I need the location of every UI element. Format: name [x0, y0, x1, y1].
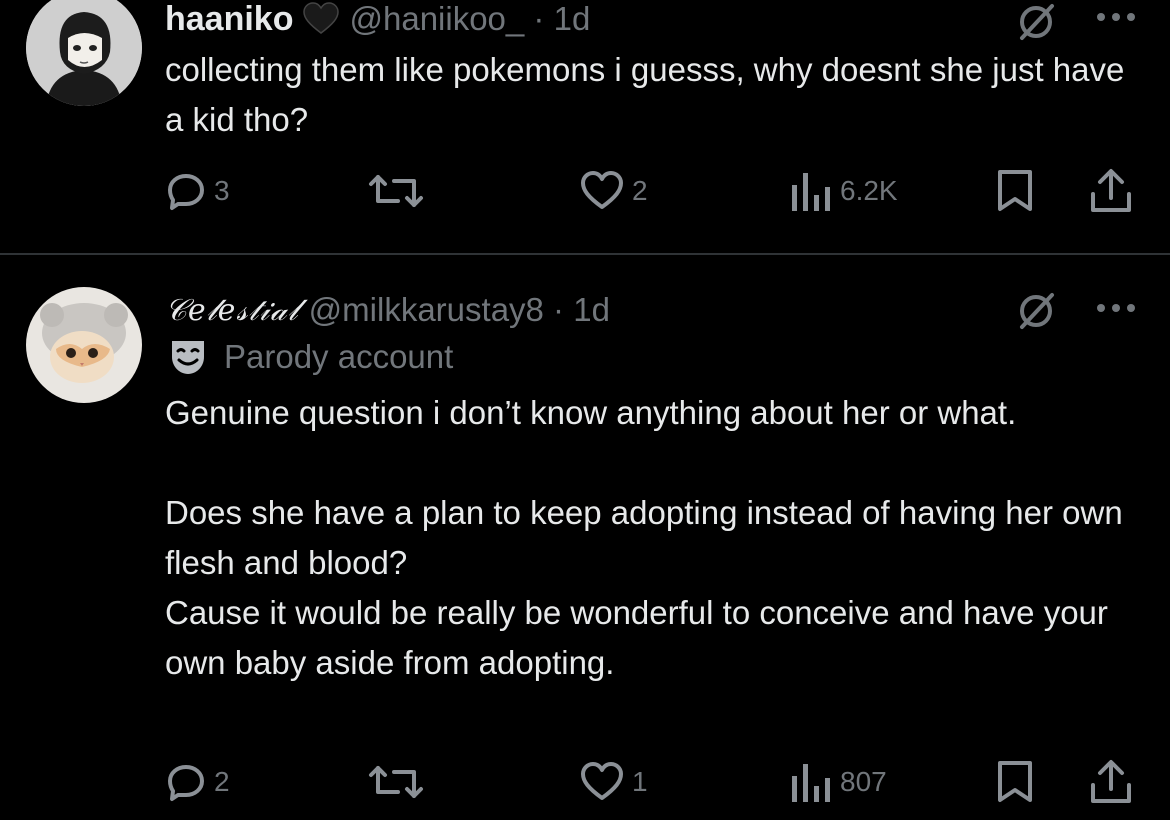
- retweet-icon: [369, 175, 423, 207]
- tweet[interactable]: 𝒞𝑒𝓁𝑒𝓈𝓉𝒾𝒶𝓁 @milkkarustay8 · 1d Parody acc…: [0, 255, 1170, 820]
- like-button[interactable]: 1: [580, 757, 648, 807]
- handle-and-time[interactable]: @milkkarustay8 · 1d: [309, 291, 610, 329]
- like-icon: [581, 762, 623, 800]
- reply-icon: [168, 765, 204, 801]
- mute-icon[interactable]: [1014, 289, 1058, 333]
- like-icon: [581, 171, 623, 209]
- views-button[interactable]: 807: [790, 757, 887, 807]
- tweet-actions: 3 2 6.2K: [0, 166, 1170, 216]
- reply-count: 2: [214, 766, 230, 797]
- bookmark-icon: [998, 170, 1032, 211]
- like-count: 1: [632, 766, 648, 797]
- tweet-text: Genuine question i don’t know anything a…: [165, 394, 1123, 681]
- like-count: 2: [632, 175, 648, 206]
- parody-label: Parody account: [168, 337, 453, 377]
- heart-badge-icon: [303, 2, 340, 34]
- views-button[interactable]: 6.2K: [790, 166, 898, 216]
- views-count: 807: [840, 766, 887, 797]
- reply-button[interactable]: 2: [166, 757, 230, 807]
- retweet-button[interactable]: [368, 757, 424, 807]
- more-icon[interactable]: [1094, 301, 1138, 315]
- mute-icon[interactable]: [1014, 0, 1058, 44]
- parody-account-text: Parody account: [224, 338, 454, 375]
- parody-mask-icon: [172, 341, 204, 374]
- views-count: 6.2K: [840, 175, 898, 206]
- avatar[interactable]: [26, 287, 142, 403]
- reply-icon: [168, 174, 204, 210]
- retweet-button[interactable]: [368, 166, 424, 216]
- tweet[interactable]: haaniko @haniikoo_ · 1d collecting them …: [0, 0, 1170, 253]
- bookmark-icon: [998, 761, 1032, 802]
- more-icon[interactable]: [1094, 10, 1138, 24]
- tweet-text: collecting them like pokemons i guesss, …: [165, 51, 1125, 138]
- bookmark-button[interactable]: [996, 757, 1034, 807]
- handle-and-time[interactable]: @haniikoo_ · 1d: [349, 0, 590, 38]
- tweet-actions: 2 1 807: [0, 757, 1170, 807]
- reply-count: 3: [214, 175, 230, 206]
- bookmark-button[interactable]: [996, 166, 1034, 216]
- views-icon: [792, 173, 830, 211]
- author-name[interactable]: 𝒞𝑒𝓁𝑒𝓈𝓉𝒾𝒶𝓁: [165, 293, 299, 328]
- avatar[interactable]: [26, 0, 142, 106]
- reply-button[interactable]: 3: [166, 166, 230, 216]
- retweet-icon: [369, 766, 423, 798]
- share-button[interactable]: [1088, 757, 1134, 807]
- tweet-header: 𝒞𝑒𝓁𝑒𝓈𝓉𝒾𝒶𝓁 @milkkarustay8 · 1d: [165, 285, 610, 335]
- author-name[interactable]: haaniko: [165, 0, 293, 39]
- like-button[interactable]: 2: [580, 166, 648, 216]
- share-icon: [1091, 760, 1131, 803]
- views-icon: [792, 764, 830, 802]
- share-button[interactable]: [1088, 166, 1134, 216]
- share-icon: [1091, 169, 1131, 212]
- tweet-header: haaniko @haniikoo_ · 1d: [165, 0, 590, 44]
